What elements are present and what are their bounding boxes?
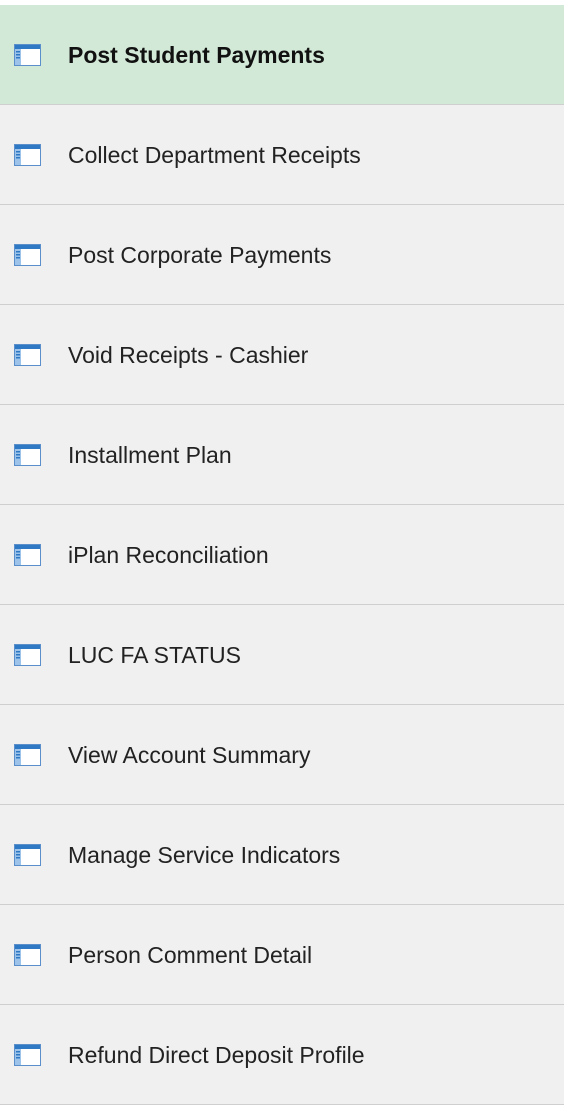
menu-list: Post Student Payments Collect Department…	[0, 5, 564, 1105]
navigation-menu: Post Student Payments Collect Department…	[0, 0, 564, 1115]
menu-item-view-account-summary[interactable]: View Account Summary	[0, 705, 564, 805]
component-page-icon	[14, 744, 41, 766]
menu-item-collect-department-receipts[interactable]: Collect Department Receipts	[0, 105, 564, 205]
component-page-icon	[14, 644, 41, 666]
menu-item-post-student-payments[interactable]: Post Student Payments	[0, 5, 564, 105]
menu-item-label: Person Comment Detail	[68, 942, 313, 968]
component-page-icon	[14, 144, 41, 166]
menu-item-person-comment-detail[interactable]: Person Comment Detail	[0, 905, 564, 1005]
component-page-icon	[14, 544, 41, 566]
component-page-icon	[14, 944, 41, 966]
component-page-icon	[14, 444, 41, 466]
menu-item-label: Post Student Payments	[68, 42, 325, 68]
menu-item-post-corporate-payments[interactable]: Post Corporate Payments	[0, 205, 564, 305]
menu-item-label: LUC FA STATUS	[68, 642, 241, 668]
menu-item-manage-service-indicators[interactable]: Manage Service Indicators	[0, 805, 564, 905]
menu-item-label: iPlan Reconciliation	[68, 542, 269, 568]
component-page-icon	[14, 244, 41, 266]
component-page-icon	[14, 44, 41, 66]
menu-item-luc-fa-status[interactable]: LUC FA STATUS	[0, 605, 564, 705]
menu-item-label: Installment Plan	[68, 442, 232, 468]
component-page-icon	[14, 344, 41, 366]
menu-item-label: Post Corporate Payments	[68, 242, 332, 268]
menu-item-label: Refund Direct Deposit Profile	[68, 1042, 365, 1068]
menu-item-label: Void Receipts - Cashier	[68, 342, 309, 368]
menu-item-installment-plan[interactable]: Installment Plan	[0, 405, 564, 505]
menu-item-label: View Account Summary	[68, 742, 311, 768]
menu-item-iplan-reconciliation[interactable]: iPlan Reconciliation	[0, 505, 564, 605]
menu-item-label: Collect Department Receipts	[68, 142, 361, 168]
component-page-icon	[14, 844, 41, 866]
component-page-icon	[14, 1044, 41, 1066]
menu-item-void-receipts-cashier[interactable]: Void Receipts - Cashier	[0, 305, 564, 405]
menu-item-refund-direct-deposit-profile[interactable]: Refund Direct Deposit Profile	[0, 1005, 564, 1105]
menu-item-label: Manage Service Indicators	[68, 842, 341, 868]
